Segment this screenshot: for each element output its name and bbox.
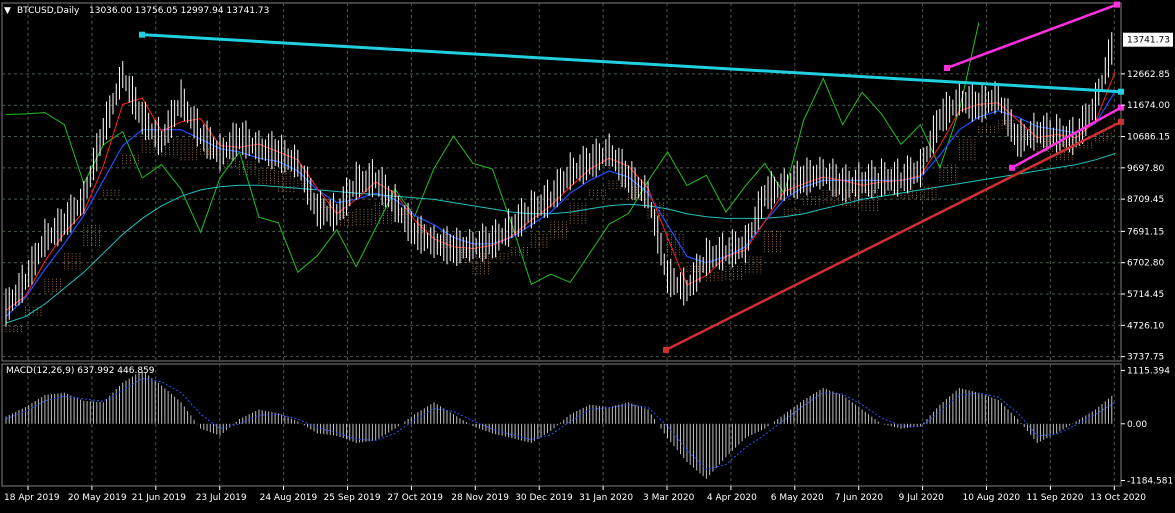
support-trendline-handle[interactable] xyxy=(1118,118,1124,125)
time-tick-label: 20 May 2019 xyxy=(68,493,127,503)
channel-lower-line-handle[interactable] xyxy=(1009,164,1015,171)
channel-upper-line-handle[interactable] xyxy=(944,64,950,71)
resistance-trendline-handle[interactable] xyxy=(139,31,145,38)
price-tick-label: 3737.75 xyxy=(1127,353,1164,363)
price-tick-label: 9697.80 xyxy=(1127,164,1164,174)
price-tick-label: 6702.80 xyxy=(1127,259,1164,269)
time-tick-label: 6 May 2020 xyxy=(771,493,824,503)
time-tick-label: 23 Jul 2019 xyxy=(196,493,247,503)
last-price-label: 13741.73 xyxy=(1127,36,1170,46)
price-tick-label: 11674.00 xyxy=(1127,101,1170,111)
price-tick-label: 7691.15 xyxy=(1127,227,1164,237)
ohlc-readout: 13036.00 13756.05 12997.94 13741.73 xyxy=(89,6,269,16)
price-tick-label: 8709.45 xyxy=(1127,195,1164,205)
time-tick-label: 25 Sep 2019 xyxy=(324,493,381,503)
price-tick-label: 5714.45 xyxy=(1127,290,1164,300)
resistance-trendline-handle[interactable] xyxy=(1118,88,1124,95)
time-tick-label: 18 Apr 2019 xyxy=(4,493,60,503)
price-tick-label: 10686.15 xyxy=(1127,133,1170,143)
price-tick-label: 4726.10 xyxy=(1127,321,1164,331)
time-tick-label: 24 Aug 2019 xyxy=(260,493,318,503)
time-tick-label: 10 Aug 2020 xyxy=(963,493,1021,503)
chart-canvas[interactable]: 12662.85 11674.00 10686.15 9697.80 8709.45 76… xyxy=(0,0,1175,509)
time-tick-label: 31 Jan 2020 xyxy=(579,493,633,503)
support-trendline-handle[interactable] xyxy=(663,346,669,353)
time-tick-label: 27 Oct 2019 xyxy=(387,493,443,503)
macd-tick-label: 0.00 xyxy=(1127,420,1147,430)
macd-tick-label: -1184.581 xyxy=(1127,476,1173,486)
trading-chart-window: 12662.85 11674.00 10686.15 9697.80 8709.45 76… xyxy=(0,0,1175,509)
symbol-dropdown-marker[interactable]: ▼ xyxy=(4,6,11,16)
symbol-timeframe-label: BTCUSD,Daily xyxy=(17,6,80,16)
macd-readout: MACD(12,26,9) 637.992 446.859 xyxy=(6,366,155,376)
time-tick-label: 7 Jun 2020 xyxy=(835,493,884,503)
time-tick-label: 30 Dec 2019 xyxy=(515,493,573,503)
time-tick-label: 11 Sep 2020 xyxy=(1026,493,1083,503)
time-tick-label: 4 Apr 2020 xyxy=(707,493,757,503)
macd-tick-label: 1115.394 xyxy=(1127,366,1170,376)
price-tick-label: 12662.85 xyxy=(1127,70,1170,80)
time-tick-label: 21 Jun 2019 xyxy=(132,493,186,503)
time-tick-label: 9 Jul 2020 xyxy=(899,493,944,503)
chart-background xyxy=(0,0,1175,509)
time-tick-label: 13 Oct 2020 xyxy=(1090,493,1146,503)
channel-upper-line-handle[interactable] xyxy=(1114,1,1120,8)
time-tick-label: 28 Nov 2019 xyxy=(451,493,509,503)
time-tick-label: 3 Mar 2020 xyxy=(643,493,695,503)
